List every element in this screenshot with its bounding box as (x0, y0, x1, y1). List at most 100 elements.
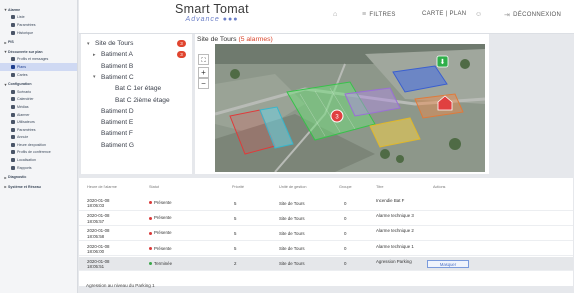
tree-node[interactable]: Batiment E (93, 117, 192, 128)
sidebar-item-label: Profils de conférence (17, 150, 51, 155)
status-label: Présente (154, 200, 172, 205)
sidebar-item[interactable]: ▸ PIS (0, 38, 77, 46)
alarm-unit: Site de Tours (279, 230, 305, 236)
alarm-row[interactable]: 2020-01-08 18:05:58 Présente 5 Site de Tour… (79, 226, 573, 241)
alarm-group: 0 (344, 230, 347, 236)
tree-node[interactable]: Batiment F (93, 128, 192, 139)
home-icon: ⌂ (333, 11, 338, 18)
tree-arrow-icon[interactable]: ▾ (87, 41, 95, 47)
sidebar-item[interactable]: Liste (0, 14, 77, 22)
column-header[interactable]: Priorité (232, 185, 244, 189)
zoom-in-button[interactable]: + (198, 67, 209, 78)
tree-node[interactable]: ▾ Batiment C (93, 72, 192, 83)
alarm-row[interactable]: 2020-01-08 18:05:03 Présente 5 Site de Tour… (79, 196, 573, 211)
tree-node[interactable]: Bat C 2ième étage (107, 95, 192, 106)
alarm-group: 0 (344, 215, 347, 221)
alarm-status: Présente (149, 246, 209, 251)
sidebar-item[interactable]: Heure dexposition (0, 141, 77, 149)
sidebar-item-label: Alarmer (17, 112, 30, 117)
sidebar-item[interactable]: Scénario (0, 88, 77, 96)
sidebar-item[interactable]: Utilisateurs (0, 118, 77, 126)
aerial-map-graphic: 3 ⬇ (215, 44, 485, 172)
brand-subtitle: Advance ●●● (185, 16, 239, 23)
sidebar-item[interactable]: ▸ Diagnostic (0, 173, 77, 181)
menu-icon (11, 127, 15, 132)
sidebar-item[interactable]: Rapports (0, 164, 77, 172)
column-header[interactable]: Groupe (339, 185, 352, 189)
user-icon: ☺ (475, 11, 483, 18)
hide-alarm-button[interactable]: Masquer (427, 259, 469, 269)
sidebar-item-label: PIS (8, 40, 14, 45)
tree-node[interactable]: Batiment D (93, 106, 192, 117)
sidebar-item[interactable]: Profils de conférence (0, 149, 77, 157)
site-aerial-map[interactable]: 3 ⬇ (215, 44, 485, 172)
sidebar-item[interactable]: Médias (0, 103, 77, 111)
logout-button[interactable]: ⇥ DÉCONNEXION (504, 11, 561, 19)
sidebar-item[interactable]: Alarmer (0, 111, 77, 119)
user-button[interactable]: ☺ (475, 11, 482, 18)
sidebar-item[interactable]: Historique (0, 29, 77, 37)
map-title: Site de Tours (5 alarmes) (197, 36, 273, 43)
column-header[interactable]: Actions (433, 185, 445, 189)
status-label: Présente (154, 245, 172, 251)
tree-node-label: Batiment E (101, 119, 134, 127)
zoom-out-icon: − (201, 79, 206, 88)
home-button[interactable]: ⌂ (333, 11, 338, 18)
sidebar-item-label: Localisation (17, 158, 36, 163)
sidebar-item[interactable]: ▾ Configuration (0, 80, 77, 88)
sidebar-item[interactable]: ▾ Découverte sur plan (0, 48, 77, 56)
sidebar-item[interactable]: Localisation (0, 156, 77, 164)
alarm-detail-footer: Agression au niveau du Parking 1 (86, 283, 155, 288)
sidebar-item-label: Plans (17, 64, 26, 69)
menu-icon (11, 15, 15, 20)
tree-arrow-icon[interactable]: ▸ (93, 52, 101, 58)
alarm-time: 2020-01-08 18:05:03 (87, 198, 110, 209)
sidebar-item-label: Système et Réseau (8, 184, 41, 189)
zoom-out-button[interactable]: − (198, 78, 209, 89)
menu-icon (11, 135, 15, 140)
menu-icon (11, 112, 15, 117)
tree-node[interactable]: Batiment G (93, 140, 192, 151)
column-header[interactable]: Titre (376, 185, 383, 189)
tree-node[interactable]: ▸ Batiment A 3 (93, 49, 192, 60)
alarm-row[interactable]: 2020-01-08 18:05:57 Présente 5 Site de Tour… (79, 211, 573, 226)
sidebar-item[interactable]: Paramètres (0, 21, 77, 29)
alarm-priority: 5 (234, 200, 237, 206)
sidebar-item[interactable]: Profils et messages (0, 56, 77, 64)
sidebar-item[interactable]: Cartes (0, 71, 77, 79)
tree-node-label: Batiment F (101, 130, 133, 138)
tree-node[interactable]: ▾ Site de Tours 3 (87, 38, 192, 49)
sidebar-item[interactable]: ▸ Système et Réseau (0, 183, 77, 191)
fit-view-button[interactable]: ⛶ (198, 54, 209, 65)
sidebar-item[interactable]: ▾ Alarme (0, 6, 77, 14)
sidebar-item-label: Alarme (8, 7, 21, 12)
alarm-status: Présente (149, 230, 209, 235)
sidebar-item[interactable]: Calendrier (0, 96, 77, 104)
alarm-status: Terminée (149, 261, 209, 266)
status-dot-icon (149, 231, 152, 235)
tree-arrow-icon[interactable]: ▾ (93, 74, 101, 80)
sidebar-item[interactable]: Annuie (0, 134, 77, 142)
alarm-row[interactable]: 2020-01-08 18:05:51 Terminée 2 Site de Tour… (79, 256, 573, 272)
filter-icon: ≡ (362, 11, 367, 18)
tree-node[interactable]: Batiment B (93, 61, 192, 72)
alarm-row[interactable]: 2020-01-08 18:06:00 Présente 5 Site de Tour… (79, 242, 573, 257)
map-panel: Site de Tours (5 alarmes) ⛶ + − 3 ⬇ (195, 34, 489, 174)
map-plan-toggle[interactable]: CARTE | PLAN (422, 11, 466, 17)
tree-node-label: Site de Tours (95, 40, 134, 47)
sidebar-item[interactable]: Paramètres (0, 126, 77, 134)
tree-node[interactable]: Bat C 1er étage (107, 83, 192, 94)
alarm-unit: Site de Tours (279, 261, 305, 267)
alarm-group: 0 (344, 246, 347, 252)
column-header[interactable]: Statut (149, 185, 159, 189)
column-header[interactable]: Heure de l'alarme (87, 185, 117, 189)
filters-button[interactable]: ≡ FILTRES (362, 11, 396, 18)
alarm-unit: Site de Tours (279, 215, 305, 221)
alarm-priority: 2 (234, 261, 237, 267)
sidebar-item[interactable]: Plans (0, 63, 77, 71)
column-header[interactable]: Unité de gestion (279, 185, 306, 189)
menu-icon (11, 104, 15, 109)
map-plan-label: CARTE | PLAN (422, 11, 467, 17)
menu-icon (11, 89, 15, 94)
alarm-title: Agression Parking (376, 258, 412, 264)
